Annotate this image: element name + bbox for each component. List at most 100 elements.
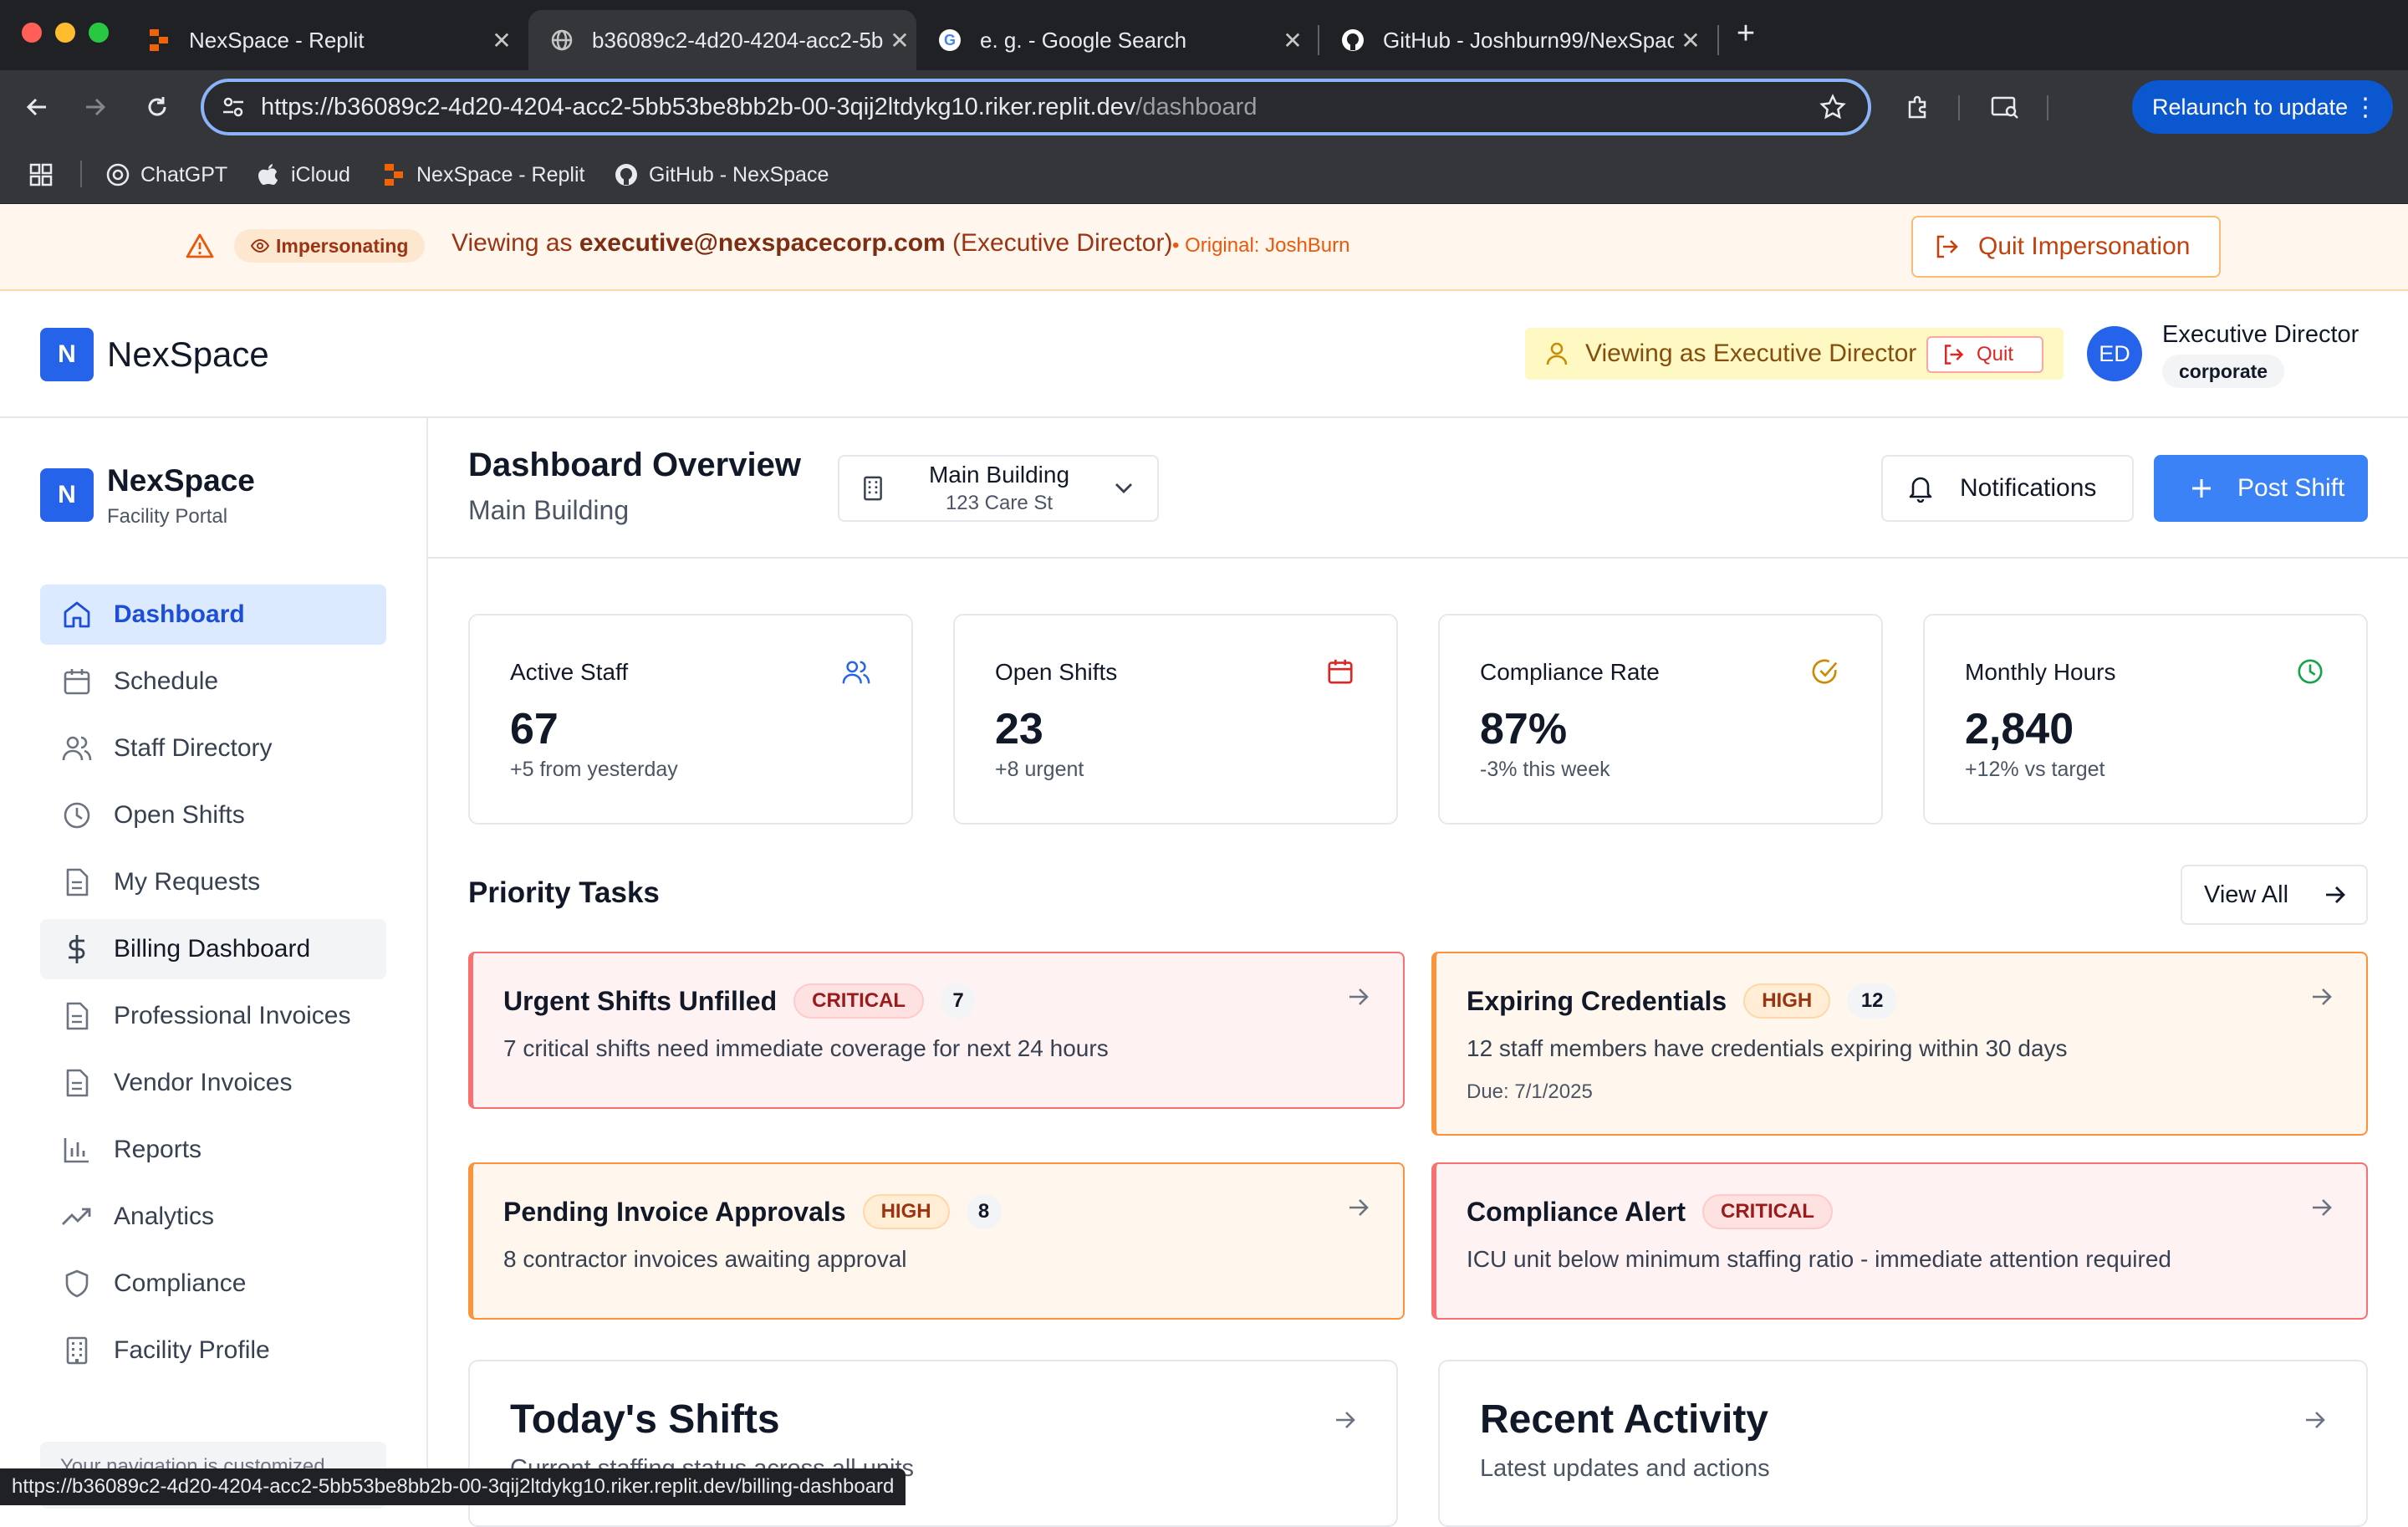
app-logo[interactable]: N [40, 328, 94, 381]
arrow-right-icon [2324, 885, 2346, 905]
arrow-right-icon[interactable] [2304, 1410, 2326, 1430]
task-card-urgent-shifts[interactable]: Urgent Shifts Unfilled CRITICAL 7 7 critic… [468, 952, 1405, 1109]
bookmark-icloud[interactable]: iCloud [256, 159, 350, 191]
sidebar-item-analytics[interactable]: Analytics [40, 1187, 386, 1247]
post-shift-button[interactable]: Post Shift [2154, 455, 2368, 522]
stat-label: Active Staff [510, 659, 629, 685]
browser-tab[interactable]: G e. g. - Google Search ✕ [916, 10, 1309, 70]
tab-search-icon[interactable] [1987, 89, 2023, 125]
reload-icon[interactable] [139, 89, 176, 125]
maximize-window-button[interactable] [89, 23, 109, 43]
priority-tasks-title: Priority Tasks [468, 876, 660, 909]
sidebar-subtitle: Facility Portal [107, 505, 228, 528]
warning-icon [186, 232, 214, 259]
extensions-icon[interactable] [1900, 89, 1936, 125]
bookmark-chatgpt[interactable]: ChatGPT [105, 159, 227, 191]
close-tab-icon[interactable]: ✕ [485, 27, 518, 54]
building-icon [861, 475, 885, 502]
task-count: 8 [966, 1194, 1002, 1229]
priority-badge: HIGH [862, 1194, 950, 1229]
stat-card-active-staff[interactable]: Active Staff 67 +5 from yesterday [468, 614, 913, 825]
stat-value: 23 [995, 705, 1043, 753]
dollar-icon [60, 932, 94, 966]
tab-title: NexSpace - Replit [189, 27, 365, 53]
stat-card-open-shifts[interactable]: Open Shifts 23 +8 urgent [953, 614, 1398, 825]
arrow-right-icon [2311, 987, 2336, 1012]
panel-title: Today's Shifts [510, 1397, 780, 1442]
task-card-compliance-alert[interactable]: Compliance Alert CRITICAL ICU unit below … [1431, 1162, 2368, 1320]
arrow-right-icon [1348, 1198, 1373, 1223]
avatar[interactable]: ED [2087, 326, 2142, 381]
page-subtitle: Main Building [468, 495, 630, 525]
close-tab-icon[interactable]: ✕ [883, 27, 916, 54]
back-icon[interactable] [18, 89, 55, 125]
sidebar-item-facility-profile[interactable]: Facility Profile [40, 1320, 386, 1381]
priority-badge: CRITICAL [1701, 1194, 1833, 1229]
task-description: 8 contractor invoices awaiting approval [503, 1246, 907, 1272]
tab-title: b36089c2-4d20-4204-acc2-5bb53be8bb2b [592, 27, 883, 53]
site-info-icon[interactable] [221, 94, 246, 120]
google-icon: G [938, 28, 962, 52]
task-card-expiring-credentials[interactable]: Expiring Credentials HIGH 12 12 staff memb… [1431, 952, 2368, 1136]
close-window-button[interactable] [22, 23, 42, 43]
sidebar-item-reports[interactable]: Reports [40, 1120, 386, 1180]
browser-tab[interactable]: NexSpace - Replit ✕ [125, 10, 518, 70]
sidebar-item-dashboard[interactable]: Dashboard [40, 585, 386, 645]
stat-label: Compliance Rate [1480, 659, 1660, 685]
sidebar: N NexSpace Facility Portal Dashboard Sch… [0, 418, 428, 1509]
building-icon [60, 1334, 94, 1367]
logout-icon [1941, 343, 1965, 366]
sidebar-item-open-shifts[interactable]: Open Shifts [40, 785, 386, 845]
close-tab-icon[interactable]: ✕ [1674, 27, 1707, 54]
more-menu-icon[interactable]: ⋮ [2353, 93, 2378, 122]
bookmark-github-nexspace[interactable]: GitHub - NexSpace [614, 159, 829, 191]
bookmarks-bar: ChatGPT iCloud NexSpace - Replit GitHub … [0, 144, 2408, 204]
user-icon [1545, 341, 1569, 366]
globe-icon [550, 28, 574, 52]
sidebar-title: NexSpace [107, 463, 255, 498]
browser-tab-active[interactable]: b36089c2-4d20-4204-acc2-5bb53be8bb2b ✕ [528, 10, 916, 70]
sidebar-item-my-requests[interactable]: My Requests [40, 852, 386, 912]
url-text: https://b36089c2-4d20-4204-acc2-5bb53be8… [261, 93, 1258, 120]
sidebar-item-compliance[interactable]: Compliance [40, 1254, 386, 1314]
github-icon [1341, 28, 1365, 52]
facility-address: 123 Care St [945, 492, 1054, 514]
user-name: Executive Director [2162, 321, 2360, 348]
arrow-right-icon[interactable] [1334, 1410, 1356, 1430]
new-tab-icon[interactable]: + [1729, 17, 1763, 50]
task-title: Pending Invoice Approvals [503, 1196, 846, 1227]
facility-selector[interactable]: Main Building 123 Care St [838, 455, 1159, 522]
sidebar-item-schedule[interactable]: Schedule [40, 651, 386, 712]
stat-card-monthly-hours[interactable]: Monthly Hours 2,840 +12% vs target [1923, 614, 2368, 825]
sidebar-item-professional-invoices[interactable]: Professional Invoices [40, 986, 386, 1046]
view-all-button[interactable]: View All [2181, 865, 2368, 925]
bookmark-star-icon[interactable] [1819, 94, 1846, 120]
quit-impersonation-button[interactable]: Quit Impersonation [1911, 216, 2221, 278]
panel-subtitle: Latest updates and actions [1480, 1455, 1770, 1482]
browser-tab[interactable]: GitHub - Joshburn99/NexSpace ✕ [1319, 10, 1707, 70]
bookmark-nexspace-replit[interactable]: NexSpace - Replit [381, 159, 584, 191]
sidebar-item-staff-directory[interactable]: Staff Directory [40, 718, 386, 779]
quit-view-button[interactable]: Quit [1926, 336, 2043, 373]
stat-card-compliance-rate[interactable]: Compliance Rate 87% -3% this week [1438, 614, 1883, 825]
task-count: 7 [941, 983, 977, 1019]
task-title: Compliance Alert [1467, 1196, 1686, 1227]
notifications-button[interactable]: Notifications [1881, 455, 2134, 522]
minimize-window-button[interactable] [55, 23, 75, 43]
task-card-pending-invoices[interactable]: Pending Invoice Approvals HIGH 8 8 contrac… [468, 1162, 1405, 1320]
stat-change: +5 from yesterday [510, 758, 678, 781]
address-bar[interactable]: https://b36089c2-4d20-4204-acc2-5bb53be8… [201, 79, 1871, 135]
clock-icon [2296, 657, 2326, 687]
facility-name: Main Building [928, 462, 1070, 488]
priority-badge: HIGH [1743, 983, 1831, 1019]
sidebar-item-billing-dashboard[interactable]: Billing Dashboard [40, 919, 386, 979]
home-icon [60, 598, 94, 631]
arrow-right-icon [2311, 1198, 2336, 1223]
close-tab-icon[interactable]: ✕ [1276, 27, 1309, 54]
replit-icon [147, 28, 171, 52]
apps-grid-icon[interactable] [28, 159, 54, 191]
relaunch-button[interactable]: Relaunch to update ⋮ [2132, 80, 2393, 134]
logout-icon [1933, 233, 1960, 260]
sidebar-item-vendor-invoices[interactable]: Vendor Invoices [40, 1053, 386, 1113]
forward-icon[interactable] [77, 89, 114, 125]
